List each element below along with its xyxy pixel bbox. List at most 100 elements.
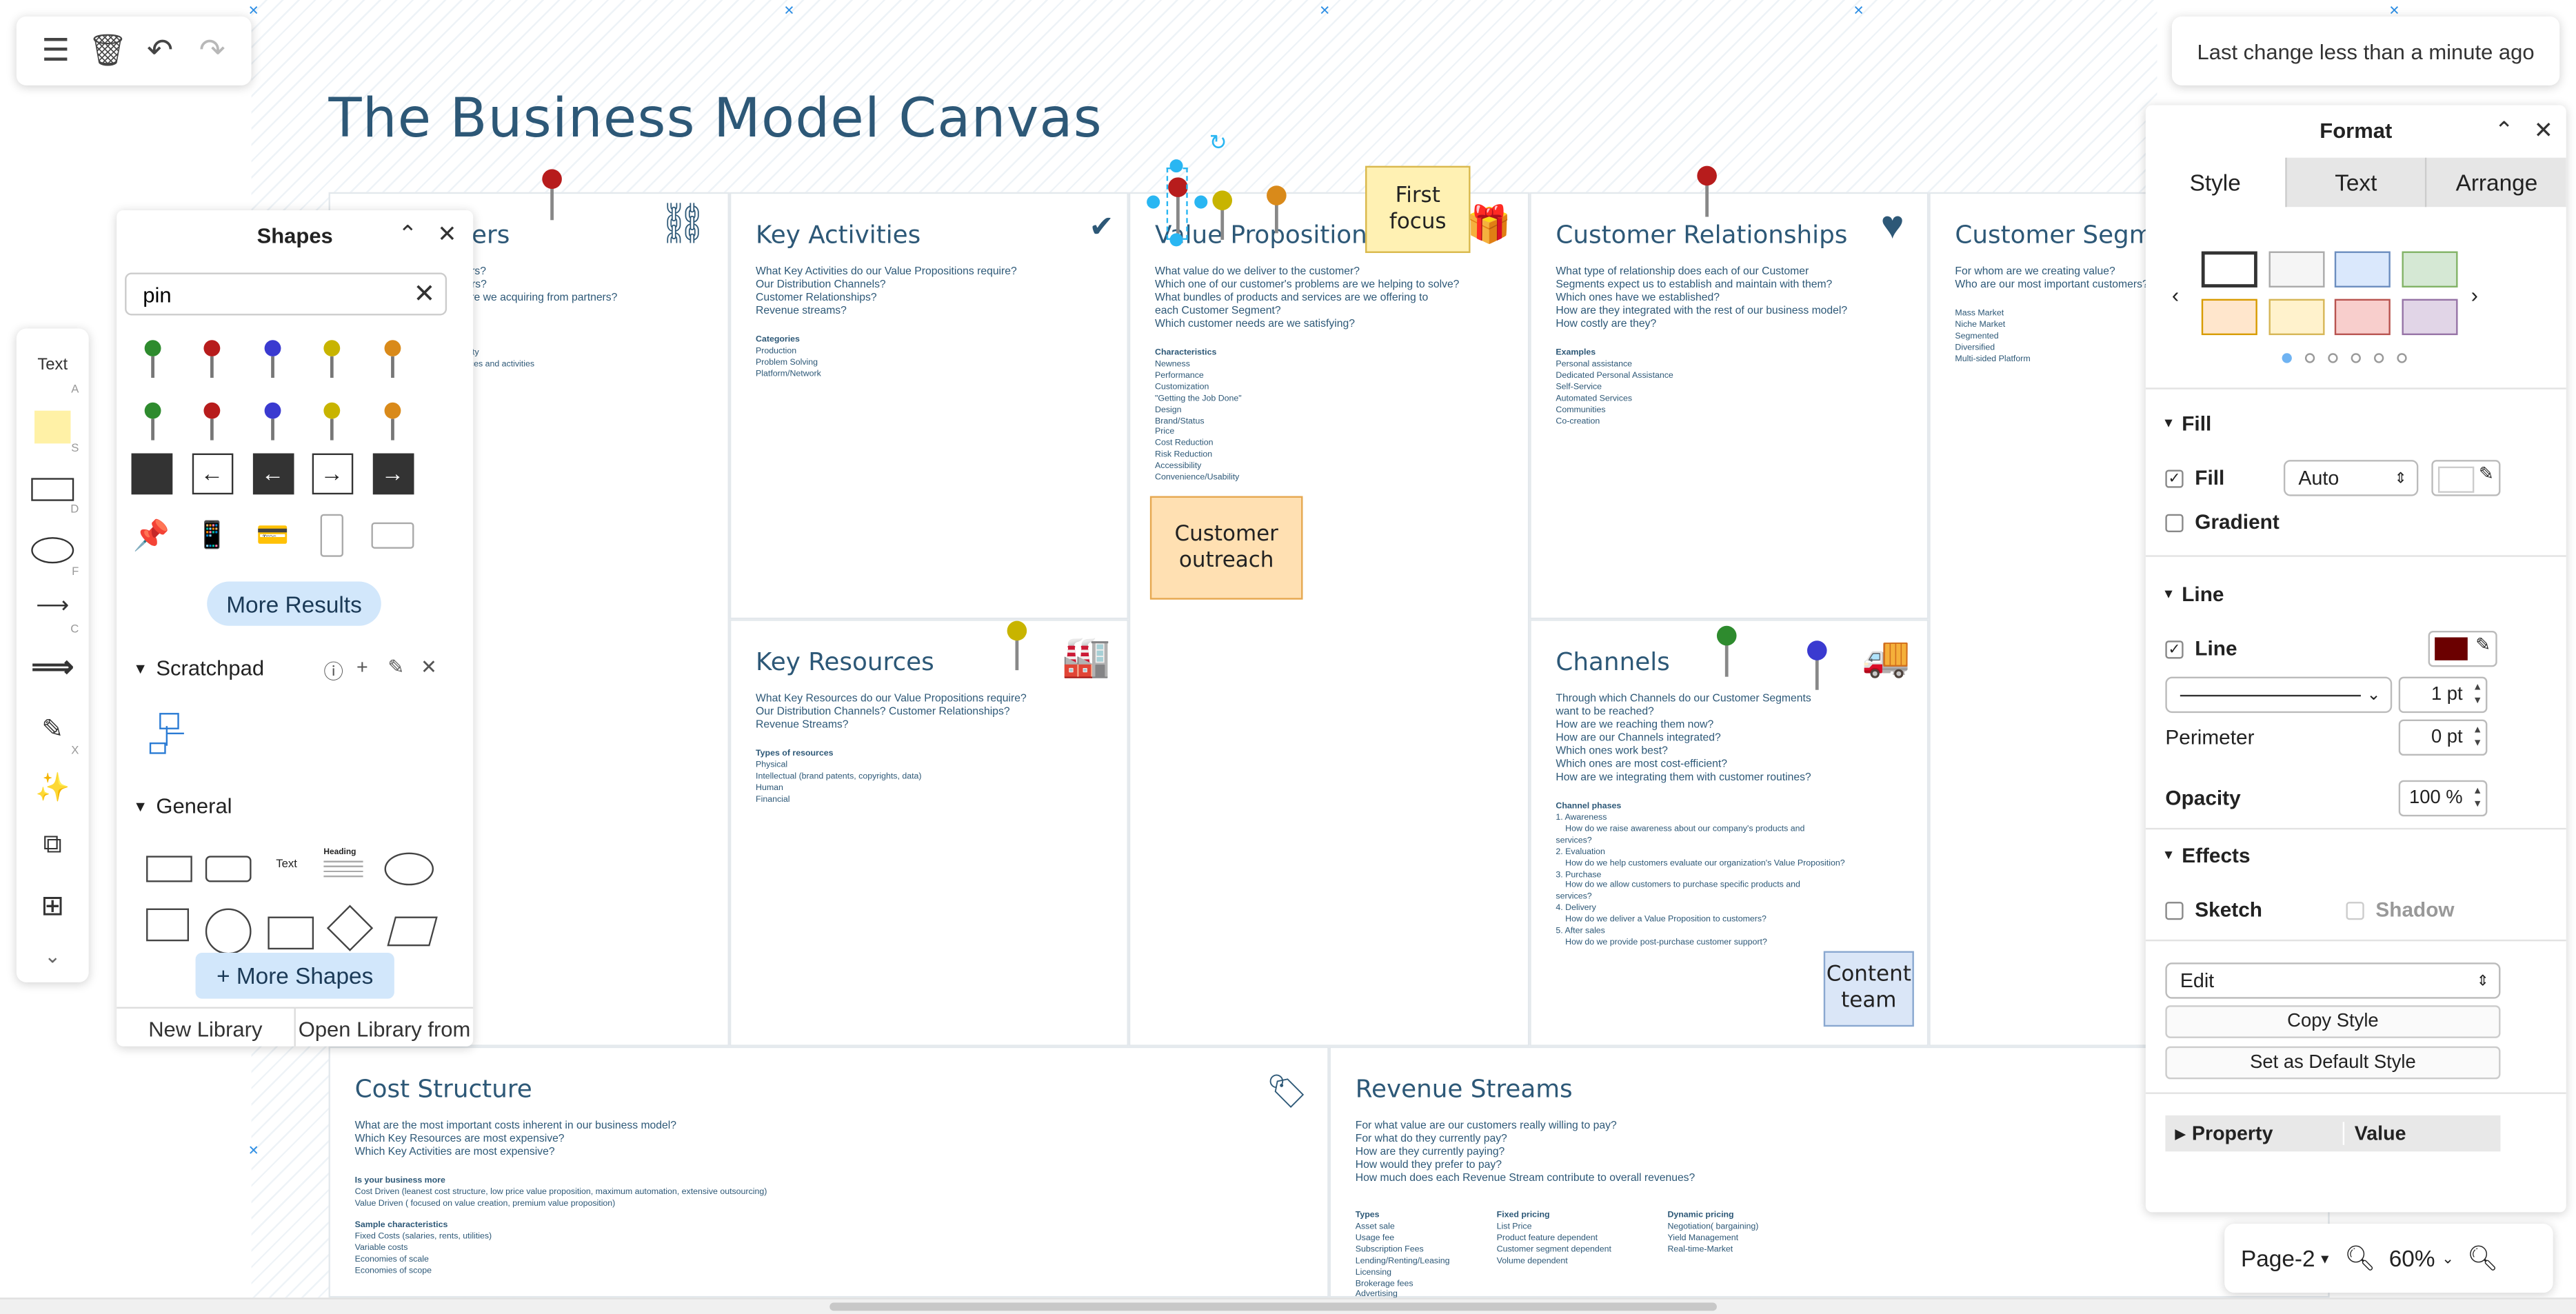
- resize-handle[interactable]: [1169, 233, 1183, 247]
- sticky-note-first-focus[interactable]: First focus: [1365, 165, 1471, 253]
- page-dot[interactable]: [2397, 353, 2407, 363]
- green-pin-shape[interactable]: [130, 387, 176, 441]
- trash-icon[interactable]: 🗑: [86, 31, 129, 70]
- process-shape[interactable]: [268, 916, 314, 950]
- rectangle-shape[interactable]: [146, 856, 192, 882]
- close-icon[interactable]: ✕: [421, 656, 437, 678]
- effects-section-title[interactable]: Effects: [2182, 845, 2250, 867]
- opacity-input[interactable]: 100 % ▲ ▼: [2398, 780, 2488, 817]
- scrollbar-thumb[interactable]: [829, 1302, 1717, 1311]
- page-dot[interactable]: [2374, 353, 2384, 363]
- style-swatch[interactable]: [2402, 251, 2458, 287]
- style-swatch[interactable]: [2268, 299, 2325, 336]
- circle-shape[interactable]: [205, 908, 252, 955]
- mobile-device-shape[interactable]: [309, 512, 355, 558]
- caret-down-icon[interactable]: ▼: [2162, 847, 2175, 862]
- yellow-pin-shape[interactable]: [309, 387, 355, 441]
- green-pin[interactable]: [1716, 625, 1737, 646]
- horizontal-scrollbar[interactable]: [0, 1297, 2576, 1314]
- new-library-button[interactable]: New Library: [117, 1009, 294, 1047]
- red-pin[interactable]: [542, 169, 562, 190]
- fill-color-picker[interactable]: ✎: [2431, 460, 2501, 496]
- plus-square-icon[interactable]: ⊞: [17, 890, 89, 923]
- more-shapes-button[interactable]: + More Shapes: [195, 952, 394, 999]
- pushpin-icon[interactable]: 📌: [128, 512, 174, 558]
- sparkle-icon[interactable]: ✨: [17, 772, 89, 805]
- red-pin-shape[interactable]: [189, 387, 235, 441]
- rounded-rectangle-shape[interactable]: [205, 856, 252, 882]
- text-shape[interactable]: Text: [276, 859, 297, 871]
- yellow-pin-shape[interactable]: [309, 325, 355, 378]
- caret-down-icon[interactable]: ▼: [133, 798, 148, 815]
- arrow-tool[interactable]: ⟹: [17, 651, 89, 685]
- style-swatch[interactable]: [2402, 299, 2458, 336]
- yellow-pin[interactable]: [1007, 620, 1027, 641]
- line-checkbox[interactable]: ✓: [2165, 640, 2184, 659]
- blue-pin-shape[interactable]: [250, 325, 296, 378]
- hamburger-icon[interactable]: ☰: [34, 32, 77, 70]
- caret-down-icon[interactable]: ▼: [133, 660, 148, 677]
- orange-pin-shape[interactable]: [370, 325, 416, 378]
- cell-cost-structure[interactable]: Cost Structure What are the most importa…: [328, 1046, 1329, 1298]
- resize-handle[interactable]: [1169, 159, 1183, 173]
- close-icon[interactable]: ✕: [2534, 117, 2553, 145]
- left-arrow-box-shape[interactable]: ←: [189, 450, 235, 496]
- line-pattern-select[interactable]: ⌄: [2165, 676, 2393, 714]
- square-shape[interactable]: [146, 908, 190, 942]
- fill-section-title[interactable]: Fill: [2182, 412, 2211, 435]
- edit-icon[interactable]: ✎: [388, 656, 404, 678]
- sketch-checkbox[interactable]: [2165, 902, 2184, 920]
- freehand-tool-icon[interactable]: ✎: [17, 713, 89, 746]
- page-select[interactable]: Page-2: [2241, 1245, 2315, 1271]
- cell-key-resources[interactable]: Key Resources What Key Resources do our …: [729, 619, 1129, 1047]
- right-arrow-box-shape[interactable]: →: [309, 450, 355, 496]
- close-icon[interactable]: ✕: [437, 220, 456, 248]
- resize-handle[interactable]: [1194, 195, 1208, 209]
- rotate-handle-icon[interactable]: ↻: [1209, 130, 1227, 156]
- canvas-title[interactable]: The Business Model Canvas: [329, 85, 1103, 150]
- style-swatch[interactable]: [2201, 299, 2257, 336]
- page-dot[interactable]: [2351, 353, 2361, 363]
- fill-checkbox[interactable]: ✓: [2165, 469, 2184, 488]
- tab-text[interactable]: Text: [2284, 157, 2426, 208]
- sticky-note-customer-outreach[interactable]: Customer outreach: [1149, 496, 1303, 600]
- orange-pin[interactable]: [1267, 185, 1287, 205]
- right-arrow-dark-box-shape[interactable]: →: [370, 450, 416, 496]
- last-change-status[interactable]: Last change less than a minute ago: [2171, 16, 2560, 85]
- add-icon[interactable]: +: [356, 656, 368, 678]
- green-pin-shape[interactable]: [130, 325, 176, 378]
- red-pin-shape[interactable]: [189, 325, 235, 378]
- set-default-style-button[interactable]: Set as Default Style: [2165, 1046, 2501, 1080]
- collapse-icon[interactable]: ⌃: [398, 220, 417, 248]
- page-dot[interactable]: [2282, 353, 2292, 363]
- perimeter-input[interactable]: 0 pt ▲ ▼: [2398, 719, 2488, 756]
- scratchpad-label[interactable]: Scratchpad: [156, 656, 264, 680]
- red-pin[interactable]: [1697, 165, 1717, 186]
- collapse-icon[interactable]: ⌃: [2495, 117, 2514, 145]
- ellipse-tool[interactable]: [31, 537, 74, 564]
- general-label[interactable]: General: [156, 794, 232, 818]
- yellow-pin[interactable]: [1212, 190, 1233, 210]
- gradient-checkbox[interactable]: [2165, 514, 2184, 532]
- resize-handle[interactable]: [1147, 195, 1160, 209]
- redo-icon[interactable]: ↷: [191, 32, 234, 70]
- copy-style-button[interactable]: Copy Style: [2165, 1005, 2501, 1038]
- zoom-out-icon[interactable]: 🔍︎: [2344, 1244, 2375, 1273]
- style-swatch[interactable]: [2201, 251, 2257, 287]
- pos-terminal-icon[interactable]: 💳: [250, 512, 296, 558]
- blue-pin[interactable]: [1807, 640, 1827, 660]
- zoom-in-icon[interactable]: 🔍︎: [2467, 1244, 2498, 1273]
- fill-type-select[interactable]: Auto ⇕: [2283, 460, 2419, 496]
- caret-down-icon[interactable]: ▼: [2162, 416, 2175, 430]
- tab-arrange[interactable]: Arrange: [2425, 157, 2566, 208]
- rectangle-tool[interactable]: [31, 478, 74, 501]
- open-library-button[interactable]: Open Library from: [294, 1008, 474, 1047]
- note-tool[interactable]: [34, 410, 71, 444]
- caret-down-icon[interactable]: ▼: [2162, 587, 2175, 601]
- undo-icon[interactable]: ↶: [139, 32, 181, 70]
- ellipse-shape[interactable]: [384, 852, 434, 886]
- heading-shape[interactable]: Heading: [323, 847, 356, 857]
- scratchpad-item[interactable]: [146, 709, 189, 754]
- eyedropper-icon[interactable]: ✎: [2479, 463, 2494, 485]
- shape-search-input[interactable]: [139, 281, 393, 309]
